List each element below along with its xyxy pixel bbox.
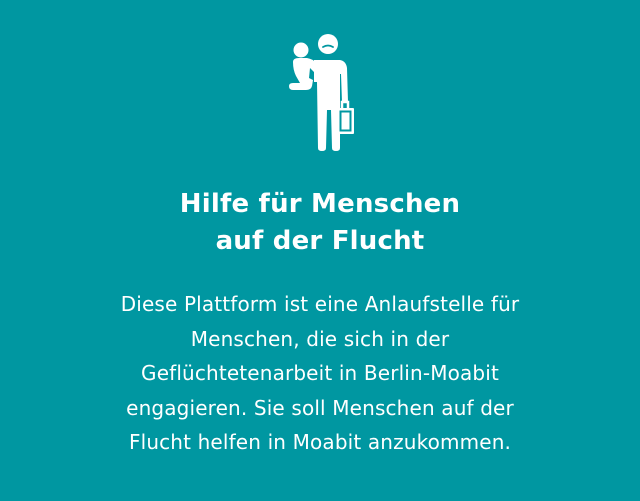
description-line-1: Diese Plattform ist eine Anlaufstelle fü…	[120, 292, 520, 316]
description-line-3: Geflüchtetenarbeit in Berlin-Moabit	[141, 361, 499, 385]
description-line-4: engagieren. Sie soll Menschen auf der	[126, 395, 514, 420]
info-card: Hilfe für Menschen auf der Flucht Diese …	[0, 0, 640, 501]
title-line-2: auf der Flucht	[215, 226, 425, 256]
title-line-1: Hilfe für Menschen	[179, 189, 461, 219]
page-title: Hilfe für Menschen auf der Flucht	[0, 186, 640, 260]
icon-container	[0, 30, 640, 154]
description-text: Diese Plattform ist eine Anlaufstelle fü…	[60, 287, 580, 460]
description-line-5: Flucht helfen in Moabit anzukommen.	[128, 430, 512, 454]
description-line-2: Menschen, die sich in der	[190, 326, 450, 351]
refugee-parent-with-child-icon	[289, 34, 354, 151]
